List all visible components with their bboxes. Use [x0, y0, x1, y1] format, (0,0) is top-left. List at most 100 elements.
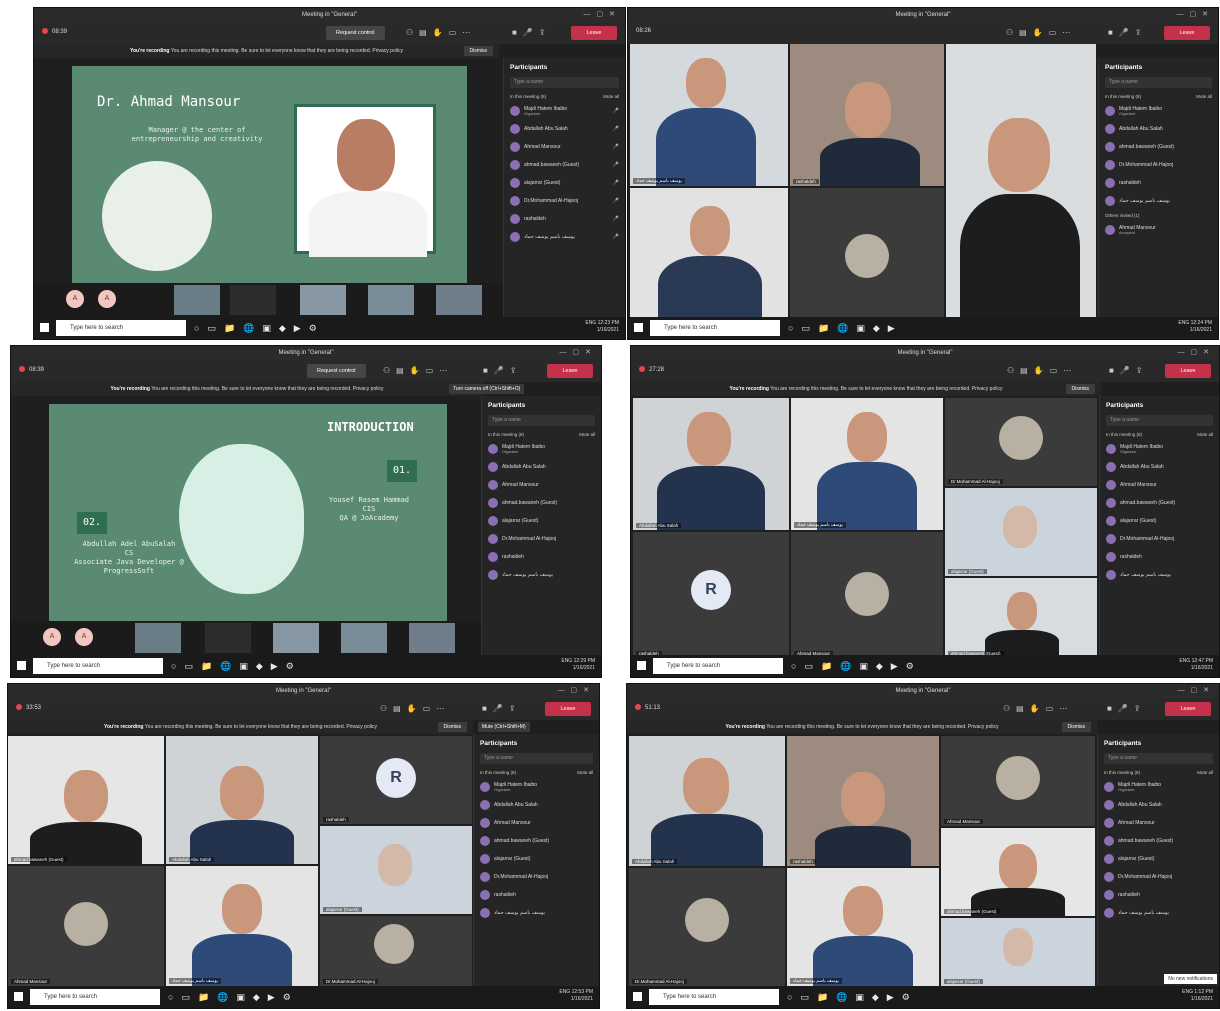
video-tile[interactable]: Ahmad Mansour [8, 866, 164, 986]
video-tile[interactable]: Dr.Mohammad Al-Hajooj [629, 868, 785, 986]
participant-row[interactable]: Majdi Hatem Ibaibo Organizer [488, 442, 595, 455]
participant-row[interactable]: Dr.Mohammad Al-Hajooj [1104, 870, 1213, 883]
taskbar-apps[interactable]: ○▭📁🌐▣◆▶⚙ [194, 321, 325, 335]
participant-row[interactable]: Dr.Mohammad Al-Hajooj [1105, 158, 1212, 171]
video-tile[interactable]: يوسف باسم يوسف حماد [787, 868, 939, 986]
toolbar-icons[interactable]: ⚇▤✋▭⋯ [383, 364, 453, 378]
windows-icon[interactable] [17, 661, 26, 670]
leave-button[interactable]: Leave [571, 26, 617, 40]
video-tile[interactable]: Abdallah Abu Salah [633, 398, 789, 530]
video-tile[interactable]: rashaldeh [790, 44, 944, 186]
avatar-a[interactable]: A [43, 628, 61, 646]
video-tile[interactable]: يوسف باسم يوسف حماد [166, 866, 318, 986]
taskbar-search-input[interactable]: Type here to search [56, 320, 186, 336]
dismiss-button[interactable]: Dismiss [437, 722, 467, 732]
toolbar-icons[interactable]: ⚇▤✋▭⋯ [380, 702, 450, 716]
participant-row[interactable]: Abdallah Abu Salah [488, 460, 595, 473]
video-tile[interactable]: ahmad.bawaneh (Guest) [941, 828, 1095, 916]
leave-button[interactable]: Leave [545, 702, 591, 716]
dismiss-button[interactable]: Dismiss [1061, 722, 1091, 732]
video-thumb[interactable] [300, 285, 346, 315]
camera-mic-share-icons[interactable]: ■🎤⇪ [1108, 26, 1148, 40]
video-thumb[interactable] [436, 285, 482, 315]
participant-row[interactable]: Ahmad Mansour [488, 478, 595, 491]
participant-row[interactable]: Majdi Hatem Ibaibo Organizer [1104, 780, 1213, 793]
participant-row[interactable]: rashaldeh [1105, 176, 1212, 189]
video-tile[interactable]: Abdallah Abu Salah [166, 736, 318, 864]
participant-row[interactable]: يوسف باسم يوسف حماد [480, 906, 593, 919]
video-thumb[interactable] [368, 285, 414, 315]
participant-row[interactable]: Dr.Mohammad Al-Hajooj [488, 532, 595, 545]
leave-button[interactable]: Leave [1165, 364, 1211, 378]
participant-row[interactable]: Abdallah Abu Salah [1104, 798, 1213, 811]
window-controls[interactable]: —▢✕ [1178, 346, 1215, 360]
video-tile[interactable]: يوسف باسم يوسف حماد [791, 398, 943, 530]
mute-all-button[interactable]: Mute all [1197, 432, 1213, 437]
video-thumb[interactable] [174, 285, 220, 315]
mute-all-button[interactable]: Mute all [603, 94, 619, 99]
participant-row[interactable]: ahmad.bawaneh (Guest) 🎤 [510, 158, 619, 171]
video-tile[interactable]: R rashaldeh [633, 532, 789, 658]
video-tile[interactable]: يوسف باسم يوسف حماد [630, 44, 788, 186]
participant-row[interactable]: Abdallah Abu Salah 🎤 [510, 122, 619, 135]
video-thumb[interactable] [135, 623, 181, 653]
mute-all-button[interactable]: Mute all [577, 770, 593, 775]
taskbar-apps[interactable]: ○▭📁🌐▣◆▶⚙ [791, 659, 922, 673]
camera-mic-share-icons[interactable]: ■🎤⇪ [1109, 364, 1149, 378]
toolbar-icons[interactable]: ⚇▤✋▭⋯ [1003, 702, 1073, 716]
participant-row[interactable]: Ahmad Mansour [480, 816, 593, 829]
participant-search-input[interactable]: Type a name [488, 415, 595, 426]
participant-row[interactable]: يوسف باسم يوسف حماد [1106, 568, 1213, 581]
taskbar-apps[interactable]: ○▭📁🌐▣◆▶⚙ [168, 990, 299, 1004]
participant-row[interactable]: Dr.Mohammad Al-Hajooj [480, 870, 593, 883]
video-tile[interactable]: Dr.Mohammad Al-Hajooj [790, 188, 944, 326]
camera-mic-share-icons[interactable]: ■🎤⇪ [482, 702, 522, 716]
dismiss-button[interactable]: Dismiss [463, 46, 493, 56]
participant-row[interactable]: ahmad.bawaneh (Guest) [488, 496, 595, 509]
toolbar-icons[interactable]: ⚇▤✋▭⋯ [1007, 364, 1077, 378]
windows-icon[interactable] [634, 323, 643, 332]
taskbar-apps[interactable]: ○▭📁🌐▣◆▶⚙ [171, 659, 302, 673]
video-tile[interactable]: R rashaldeh [320, 736, 472, 824]
leave-button[interactable]: Leave [547, 364, 593, 378]
taskbar-search-input[interactable]: Type here to search [653, 658, 783, 674]
participant-row[interactable]: Dr.Mohammad Al-Hajooj 🎤 [510, 194, 619, 207]
video-tile[interactable]: Ahmad Mansour [941, 736, 1095, 826]
participant-search-input[interactable]: Type a name [480, 753, 593, 764]
participant-row[interactable]: alajarrar (Guest) [480, 852, 593, 865]
participant-row[interactable]: rashaldeh 🎤 [510, 212, 619, 225]
participant-search-input[interactable]: Type a name [1104, 753, 1213, 764]
participant-search-input[interactable]: Type a name [1105, 77, 1212, 88]
windows-icon[interactable] [14, 992, 23, 1001]
participant-row[interactable]: يوسف باسم يوسف حماد [488, 568, 595, 581]
video-tile[interactable]: Dr.Mohammad Al-Hajooj [945, 398, 1097, 486]
avatar-a[interactable]: A [66, 290, 84, 308]
participant-row[interactable]: Majdi Hatem Ibaibo Organizer 🎤 [510, 104, 619, 117]
video-thumb[interactable] [341, 623, 387, 653]
window-controls[interactable]: —▢✕ [558, 684, 595, 698]
video-thumb[interactable] [230, 285, 276, 315]
participant-row[interactable]: rashaldeh [488, 550, 595, 563]
leave-button[interactable]: Leave [1165, 702, 1211, 716]
taskbar-apps[interactable]: ○▭📁🌐▣◆▶⚙ [787, 990, 918, 1004]
taskbar-apps[interactable]: ○▭📁🌐▣◆▶ [788, 321, 903, 335]
participant-row[interactable]: Majdi Hatem Ibaibo Organizer [1106, 442, 1213, 455]
avatar-a[interactable]: A [98, 290, 116, 308]
participant-row[interactable]: Majdi Hatem Ibaibo Organizer [480, 780, 593, 793]
window-controls[interactable]: —▢✕ [1178, 684, 1215, 698]
participant-row[interactable]: rashaldeh [480, 888, 593, 901]
participant-row[interactable]: alajarrar (Guest) [488, 514, 595, 527]
participant-row[interactable]: يوسف باسم يوسف حماد [1105, 194, 1212, 207]
participant-row[interactable]: Abdallah Abu Salah [1105, 122, 1212, 135]
taskbar-search-input[interactable]: Type here to search [33, 658, 163, 674]
participant-search-input[interactable]: Type a name [510, 77, 619, 88]
video-thumb[interactable] [205, 623, 251, 653]
participant-row[interactable]: rashaldeh [1104, 888, 1213, 901]
video-tile[interactable]: Abdallah Abu Salah [629, 736, 785, 866]
participant-row[interactable]: ahmad.bawaneh (Guest) [480, 834, 593, 847]
participant-row[interactable]: Ahmad Mansour Accepted [1105, 223, 1212, 236]
participant-row[interactable]: يوسف باسم يوسف حماد 🎤 [510, 230, 619, 243]
mute-all-button[interactable]: Mute all [579, 432, 595, 437]
window-controls[interactable]: —▢✕ [560, 346, 597, 360]
video-tile[interactable]: rashaldeh [787, 736, 939, 866]
